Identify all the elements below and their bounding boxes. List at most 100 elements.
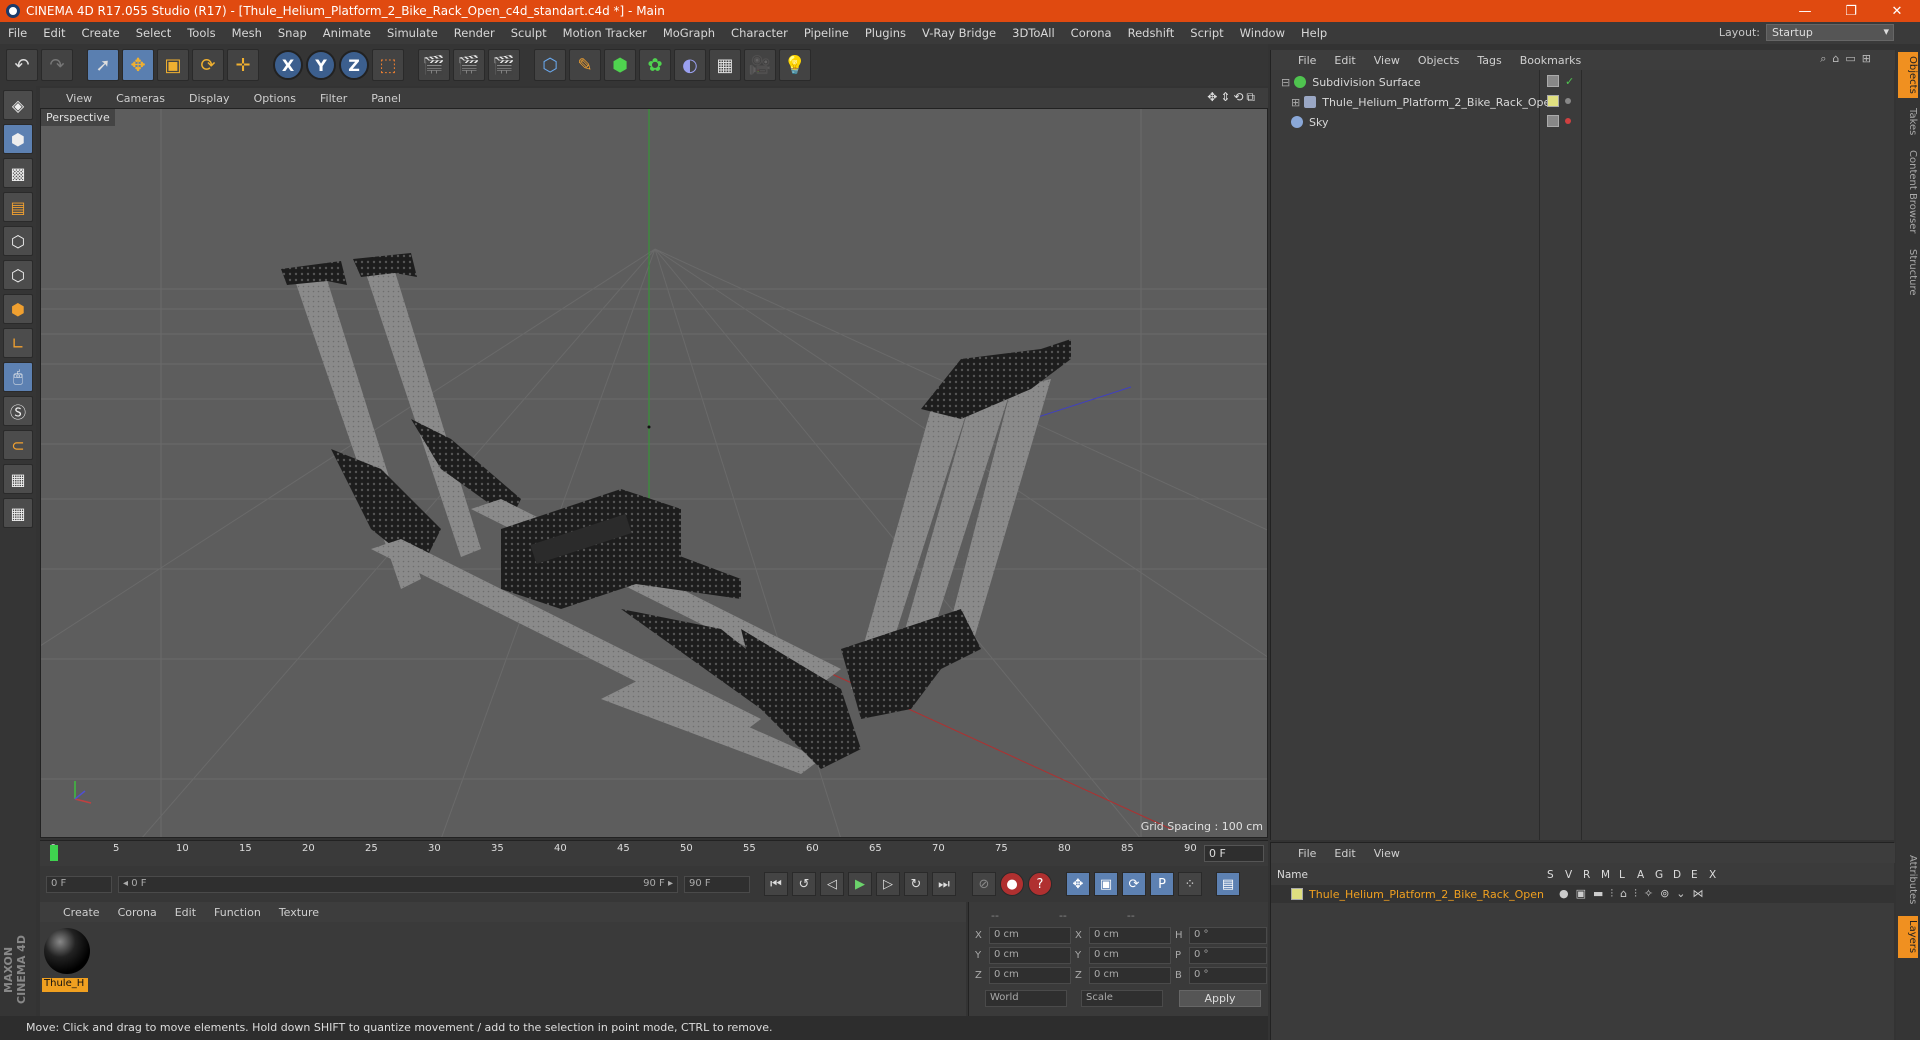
menu-window[interactable]: Window xyxy=(1232,26,1293,40)
tab-layers[interactable]: Layers xyxy=(1898,916,1918,958)
size-z-field[interactable]: 0 cm xyxy=(1089,966,1171,984)
layer-flag-icons[interactable]: ●▣▬⫶⌂⫶✧⊚⌄⋈ xyxy=(1559,887,1711,901)
timeline-window-icon[interactable]: ▤ xyxy=(1216,872,1240,896)
menu-motion-tracker[interactable]: Motion Tracker xyxy=(555,26,655,40)
rotate-tool-icon[interactable]: ⟳ xyxy=(192,49,224,81)
object-row-thule-rack[interactable]: ⊞ Thule_Helium_Platform_2_Bike_Rack_Open xyxy=(1271,92,1895,112)
prev-key-icon[interactable]: ↺ xyxy=(792,872,816,896)
viewport-menu-filter[interactable]: Filter xyxy=(308,92,359,105)
menu-mesh[interactable]: Mesh xyxy=(224,26,270,40)
cloner-icon[interactable]: ✿ xyxy=(639,49,671,81)
visibility-dot-icon[interactable] xyxy=(1565,98,1571,104)
rotation-h-field[interactable]: 0 ° xyxy=(1189,926,1267,944)
menu-redshift[interactable]: Redshift xyxy=(1120,26,1183,40)
make-editable-icon[interactable]: ◈ xyxy=(3,90,33,120)
z-axis-lock-icon[interactable]: Z xyxy=(339,50,369,80)
layer-row[interactable]: Thule_Helium_Platform_2_Bike_Rack_Open ●… xyxy=(1271,885,1895,903)
axis-mode-icon[interactable]: ∟ xyxy=(3,328,33,358)
step-forward-icon[interactable]: ▷ xyxy=(876,872,900,896)
layer-color-icon[interactable] xyxy=(1547,95,1559,107)
next-key-icon[interactable]: ↻ xyxy=(904,872,928,896)
objects-menu-bookmarks[interactable]: Bookmarks xyxy=(1511,54,1590,67)
cube-primitive-icon[interactable]: ⬡ xyxy=(534,49,566,81)
goto-start-icon[interactable]: ⏮ xyxy=(764,872,788,896)
viewport-menu-cameras[interactable]: Cameras xyxy=(104,92,177,105)
menu-character[interactable]: Character xyxy=(723,26,796,40)
material-menu-texture[interactable]: Texture xyxy=(270,906,328,919)
size-y-field[interactable]: 0 cm xyxy=(1089,946,1171,964)
position-y-field[interactable]: 0 cm xyxy=(989,946,1071,964)
tweak-mode-icon[interactable]: 🖱 xyxy=(3,362,33,392)
rotation-b-field[interactable]: 0 ° xyxy=(1189,966,1267,984)
tab-takes[interactable]: Takes xyxy=(1898,106,1918,138)
viewport-navigation-icon[interactable]: ✥⇕⟲⧉ xyxy=(1207,90,1258,105)
playhead-marker[interactable] xyxy=(50,845,58,861)
visibility-dot-icon[interactable] xyxy=(1565,118,1571,124)
menu-help[interactable]: Help xyxy=(1293,26,1335,40)
enabled-check-icon[interactable]: ✓ xyxy=(1565,75,1574,88)
menu-vray-bridge[interactable]: V-Ray Bridge xyxy=(914,26,1004,40)
auto-key-icon[interactable]: ? xyxy=(1028,872,1052,896)
frame-range-slider[interactable]: ◂ 0 F 90 F ▸ xyxy=(118,875,678,893)
visibility-toggle-icon[interactable] xyxy=(1547,115,1559,127)
objects-menu-objects[interactable]: Objects xyxy=(1409,54,1469,67)
transform-tool-icon[interactable]: ✛ xyxy=(227,49,259,81)
layout-dropdown[interactable]: Startup xyxy=(1766,24,1894,41)
position-x-field[interactable]: 0 cm xyxy=(989,926,1071,944)
menu-create[interactable]: Create xyxy=(74,26,128,40)
visibility-toggle-icon[interactable] xyxy=(1547,75,1559,87)
key-position-icon[interactable]: ✥ xyxy=(1066,872,1090,896)
motion-record-icon[interactable]: ⊘ xyxy=(972,872,996,896)
menu-3dtoall[interactable]: 3DToAll xyxy=(1004,26,1063,40)
objects-menu-file[interactable]: File xyxy=(1289,54,1325,67)
subdivision-generator-icon[interactable]: ⬢ xyxy=(604,49,636,81)
layers-menu-file[interactable]: File xyxy=(1289,847,1325,860)
minimize-button[interactable]: — xyxy=(1782,0,1828,22)
menu-mograph[interactable]: MoGraph xyxy=(655,26,723,40)
close-button[interactable]: ✕ xyxy=(1874,0,1920,22)
play-icon[interactable]: ▶ xyxy=(848,872,872,896)
goto-end-icon[interactable]: ⏭ xyxy=(932,872,956,896)
material-name-label[interactable]: Thule_H xyxy=(42,978,88,992)
render-settings-icon[interactable]: 🎬 xyxy=(488,49,520,81)
end-frame-field[interactable]: 90 F xyxy=(684,875,750,893)
light-icon[interactable]: 💡 xyxy=(779,49,811,81)
size-x-field[interactable]: 0 cm xyxy=(1089,926,1171,944)
x-axis-lock-icon[interactable]: X xyxy=(273,50,303,80)
planar-workplane-icon[interactable]: ▦ xyxy=(3,498,33,528)
move-tool-icon[interactable]: ✥ xyxy=(122,49,154,81)
layer-name[interactable]: Thule_Helium_Platform_2_Bike_Rack_Open xyxy=(1309,888,1559,901)
menu-pipeline[interactable]: Pipeline xyxy=(796,26,857,40)
current-frame-field[interactable]: 0 F xyxy=(1204,845,1264,862)
perspective-viewport[interactable]: Perspective Grid Spacing : 100 cm xyxy=(40,108,1268,838)
workplane-mode-icon[interactable]: ▤ xyxy=(3,192,33,222)
menu-file[interactable]: File xyxy=(0,26,35,40)
position-z-field[interactable]: 0 cm xyxy=(989,966,1071,984)
edges-mode-icon[interactable]: ⬡ xyxy=(3,260,33,290)
locked-workplane-icon[interactable]: ▦ xyxy=(3,464,33,494)
menu-corona[interactable]: Corona xyxy=(1063,26,1120,40)
menu-sculpt[interactable]: Sculpt xyxy=(503,26,555,40)
collapse-icon[interactable]: ⊟ xyxy=(1281,76,1290,89)
scale-tool-icon[interactable]: ▣ xyxy=(157,49,189,81)
viewport-menu-display[interactable]: Display xyxy=(177,92,242,105)
material-menu-create[interactable]: Create xyxy=(54,906,109,919)
material-swatch[interactable] xyxy=(44,928,90,974)
floor-scene-icon[interactable]: ▦ xyxy=(709,49,741,81)
material-menu-corona[interactable]: Corona xyxy=(109,906,166,919)
viewport-menu-view[interactable]: View xyxy=(54,92,104,105)
render-view-icon[interactable]: 🎬 xyxy=(418,49,450,81)
magnet-icon[interactable]: ⊂ xyxy=(3,430,33,460)
key-scale-icon[interactable]: ▣ xyxy=(1094,872,1118,896)
menu-script[interactable]: Script xyxy=(1182,26,1231,40)
layers-menu-edit[interactable]: Edit xyxy=(1325,847,1364,860)
tab-structure[interactable]: Structure xyxy=(1898,246,1918,298)
key-rotation-icon[interactable]: ⟳ xyxy=(1122,872,1146,896)
objects-menu-view[interactable]: View xyxy=(1365,54,1409,67)
coordinate-mode-dropdown[interactable]: World xyxy=(985,990,1067,1007)
menu-render[interactable]: Render xyxy=(446,26,503,40)
object-row-sky[interactable]: Sky xyxy=(1271,112,1895,132)
tab-objects[interactable]: Objects xyxy=(1898,52,1918,98)
search-home-icons[interactable]: ⌕⌂▭⊞ xyxy=(1820,52,1877,66)
texture-mode-icon[interactable]: ▩ xyxy=(3,158,33,188)
